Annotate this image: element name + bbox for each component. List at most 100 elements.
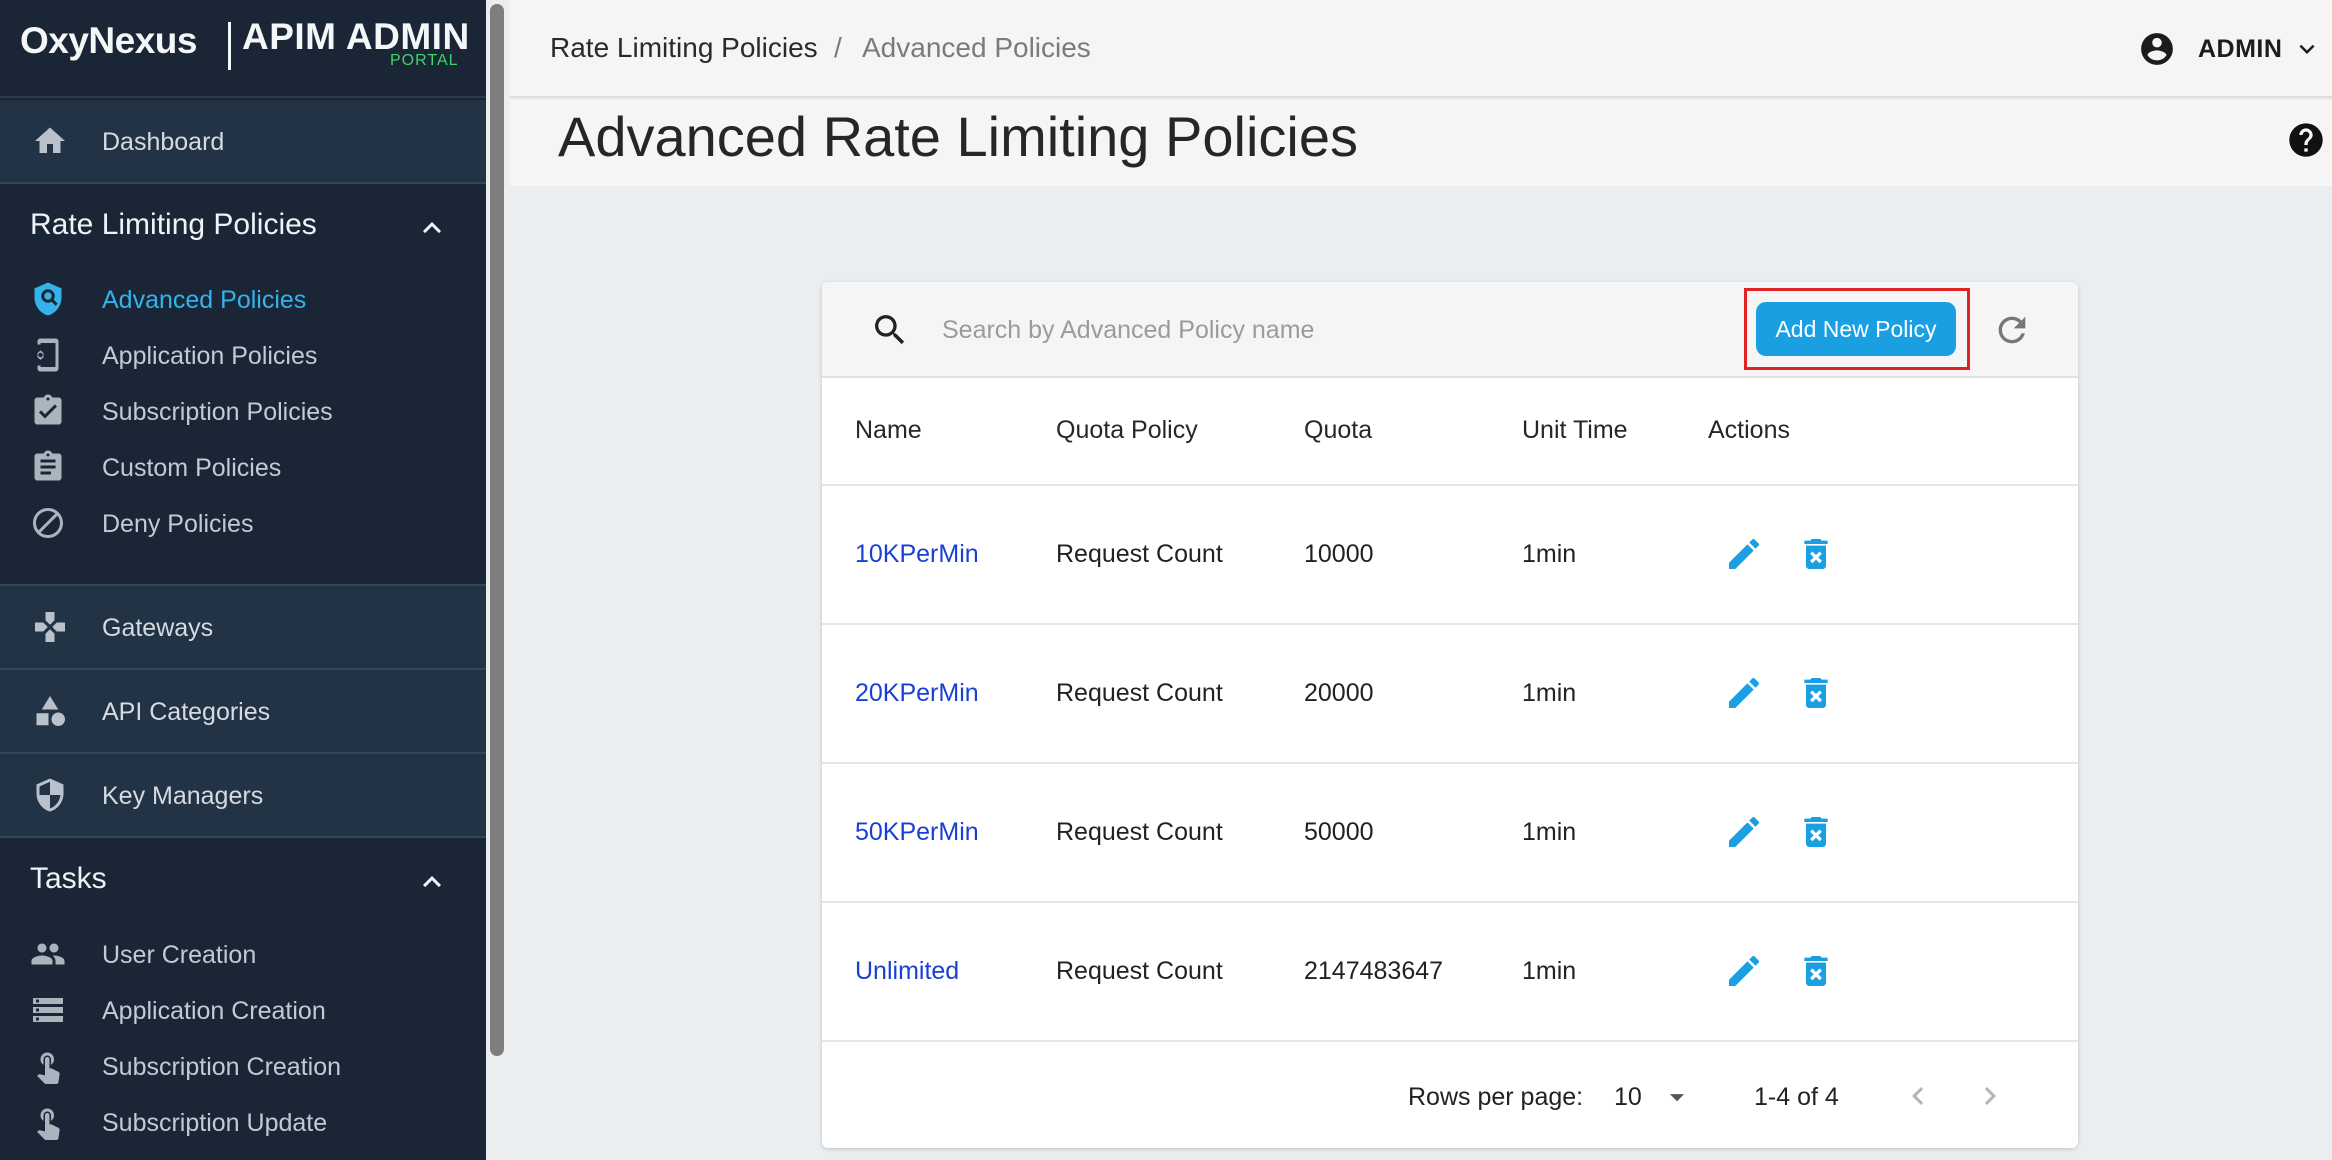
unit-time-cell: 1min [1522, 957, 1577, 985]
column-header-actions: Actions [1708, 416, 1790, 444]
sidebar-item-subscription-update[interactable]: Subscription Update [0, 1096, 486, 1152]
table-row: 50KPerMin Request Count 50000 1min [822, 764, 2078, 903]
table-header: Name Quota Policy Quota Unit Time Action… [822, 378, 2078, 486]
search-input[interactable] [942, 304, 1642, 356]
table-row: 10KPerMin Request Count 10000 1min [822, 486, 2078, 625]
table-row: Unlimited Request Count 2147483647 1min [822, 903, 2078, 1042]
delete-icon[interactable] [1796, 534, 1836, 574]
sidebar-item-subscription-policies[interactable]: Subscription Policies [0, 385, 486, 441]
quota-cell: 50000 [1304, 818, 1374, 846]
unit-time-cell: 1min [1522, 818, 1577, 846]
refresh-icon[interactable] [1992, 310, 2032, 350]
sidebar-item-label: Gateways [102, 614, 214, 642]
next-page-icon[interactable] [1972, 1078, 2008, 1114]
search-icon [875, 315, 905, 345]
people-icon [30, 936, 70, 976]
breadcrumb-separator: / [834, 32, 842, 63]
dropdown-arrow-icon [1669, 1094, 1685, 1102]
page-title: Advanced Rate Limiting Policies [558, 105, 1358, 168]
sidebar-item-api-categories[interactable]: API Categories [0, 670, 486, 752]
unit-time-cell: 1min [1522, 679, 1577, 707]
chevron-up-icon [423, 876, 441, 888]
sidebar-item-subscription-creation[interactable]: Subscription Creation [0, 1040, 486, 1096]
quota-policy-cell: Request Count [1056, 818, 1223, 846]
edit-icon[interactable] [1724, 951, 1764, 991]
column-header-quota-policy[interactable]: Quota Policy [1056, 416, 1198, 445]
brand-header: OxyNexus APIM ADMIN PORTAL [0, 0, 486, 98]
shield-half-icon [30, 775, 70, 815]
table-pagination: Rows per page: 10 1-4 of 4 [822, 1044, 2078, 1148]
quota-policy-cell: Request Count [1056, 679, 1223, 707]
sidebar-item-gateways[interactable]: Gateways [0, 586, 486, 668]
sidebar-scrollbar-thumb[interactable] [490, 4, 504, 1056]
sidebar-item-custom-policies[interactable]: Custom Policies [0, 441, 486, 497]
column-header-quota[interactable]: Quota [1304, 416, 1372, 445]
sidebar: OxyNexus APIM ADMIN PORTAL Dashboard Rat… [0, 0, 486, 1160]
sidebar-item-user-creation[interactable]: User Creation [0, 928, 486, 984]
breadcrumb-parent[interactable]: Rate Limiting Policies [550, 32, 818, 64]
edit-icon[interactable] [1724, 812, 1764, 852]
home-icon [30, 121, 70, 161]
help-icon[interactable] [2286, 120, 2326, 160]
delete-icon[interactable] [1796, 951, 1836, 991]
edit-icon[interactable] [1724, 534, 1764, 574]
chevron-up-icon [423, 222, 441, 234]
policy-name-link[interactable]: 20KPerMin [855, 679, 979, 708]
section-title: Rate Limiting Policies [30, 208, 317, 241]
section-rate-limiting[interactable]: Rate Limiting Policies [0, 184, 486, 272]
sidebar-item-label: Deny Policies [102, 510, 254, 538]
user-menu-name[interactable]: ADMIN [2198, 35, 2282, 64]
delete-icon[interactable] [1796, 812, 1836, 852]
sidebar-item-key-managers[interactable]: Key Managers [0, 754, 486, 836]
rows-per-page-select[interactable]: 10 [1614, 1080, 1704, 1116]
rows-per-page-value: 10 [1614, 1083, 1642, 1111]
sidebar-item-label: Subscription Update [102, 1109, 328, 1137]
sidebar-item-application-policies[interactable]: Application Policies [0, 329, 486, 385]
quota-cell: 2147483647 [1304, 957, 1444, 985]
account-circle-icon[interactable] [2138, 30, 2176, 68]
categories-icon [30, 691, 70, 731]
edit-icon[interactable] [1724, 673, 1764, 713]
block-icon [30, 505, 70, 545]
sidebar-item-deny-policies[interactable]: Deny Policies [0, 497, 486, 553]
touch-icon [30, 1048, 70, 1088]
column-header-unit-time[interactable]: Unit Time [1522, 416, 1628, 445]
sidebar-item-dashboard[interactable]: Dashboard [0, 100, 486, 182]
sidebar-item-application-creation[interactable]: Application Creation [0, 984, 486, 1040]
sidebar-item-label: Key Managers [102, 782, 264, 810]
touch-icon [30, 1104, 70, 1144]
sidebar-item-label: Custom Policies [102, 454, 282, 482]
sidebar-item-label: Application Creation [102, 997, 326, 1025]
delete-icon[interactable] [1796, 673, 1836, 713]
breadcrumb-current: Advanced Policies [862, 32, 1091, 63]
section-title: Tasks [30, 862, 107, 895]
sidebar-item-label: Advanced Policies [102, 286, 307, 314]
brand-subtitle: PORTAL [390, 52, 459, 69]
page-header: Advanced Rate Limiting Policies [510, 100, 2332, 186]
shield-search-icon [30, 281, 70, 321]
phone-gear-icon [30, 337, 70, 377]
column-header-name[interactable]: Name [855, 416, 922, 445]
sidebar-item-advanced-policies[interactable]: Advanced Policies [0, 273, 486, 329]
section-tasks[interactable]: Tasks [0, 838, 486, 926]
table-row: 20KPerMin Request Count 20000 1min [822, 625, 2078, 764]
top-bar: Rate Limiting Policies / Advanced Polici… [510, 0, 2332, 98]
quota-policy-cell: Request Count [1056, 540, 1223, 568]
policy-name-link[interactable]: 10KPerMin [855, 540, 979, 569]
policy-name-link[interactable]: Unlimited [855, 957, 959, 986]
quota-policy-cell: Request Count [1056, 957, 1223, 985]
chevron-down-icon[interactable] [2292, 34, 2322, 64]
add-new-policy-button[interactable]: Add New Policy [1756, 302, 1956, 356]
quota-cell: 10000 [1304, 540, 1374, 568]
brand-divider [228, 22, 231, 70]
policy-name-link[interactable]: 50KPerMin [855, 818, 979, 847]
pagination-range: 1-4 of 4 [1754, 1083, 1839, 1111]
sidebar-item-label: Application Policies [102, 342, 318, 370]
previous-page-icon[interactable] [1900, 1078, 1936, 1114]
policies-card: Add New Policy Name Quota Policy Quota U… [822, 282, 2078, 1148]
clipboard-list-icon [30, 449, 70, 489]
sidebar-item-label: User Creation [102, 941, 257, 969]
gateway-icon [30, 607, 70, 647]
brand-logo[interactable]: OxyNexus [20, 20, 198, 62]
sidebar-item-label: Subscription Creation [102, 1053, 342, 1081]
